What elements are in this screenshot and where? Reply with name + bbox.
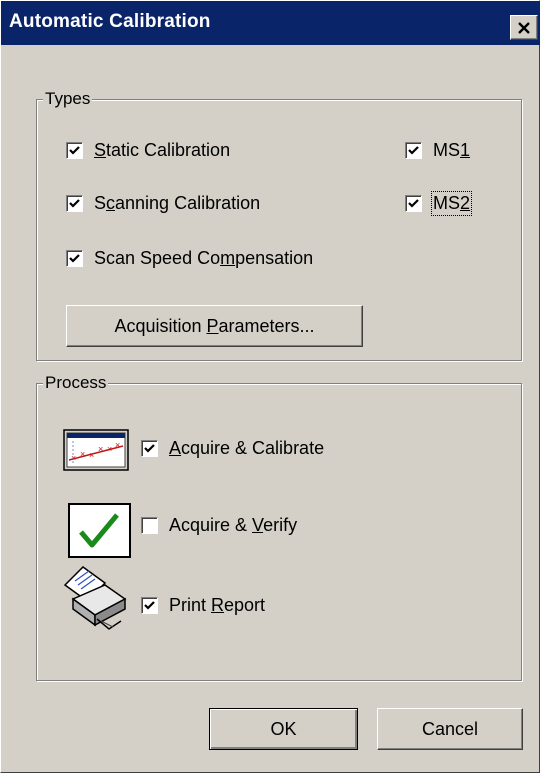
svg-text:×: × bbox=[80, 449, 85, 459]
scanning-calibration-checkbox[interactable]: Scanning Calibration bbox=[66, 193, 260, 214]
ms2-checkbox[interactable]: MS2 bbox=[405, 191, 473, 216]
automatic-calibration-dialog: Automatic Calibration Types Static Calib… bbox=[0, 0, 540, 773]
svg-text:×: × bbox=[115, 440, 120, 450]
acquire-calibrate-checkbox[interactable]: Acquire & Calibrate bbox=[141, 438, 324, 459]
window-title: Automatic Calibration bbox=[9, 11, 211, 32]
title-bar[interactable]: Automatic Calibration bbox=[1, 1, 540, 45]
close-button[interactable] bbox=[510, 15, 538, 40]
checkbox-box bbox=[66, 250, 83, 267]
types-group-label: Types bbox=[43, 88, 93, 110]
process-group: Process × × × × × × Acquire & Calibrate bbox=[36, 372, 522, 681]
svg-text:×: × bbox=[98, 444, 103, 454]
checkmark-icon bbox=[69, 146, 80, 155]
ok-label: OK bbox=[270, 718, 297, 739]
checkmark-icon bbox=[408, 199, 419, 208]
checkmark-icon bbox=[69, 254, 80, 263]
print-report-label: Print Report bbox=[169, 595, 266, 615]
checkbox-box bbox=[405, 142, 422, 159]
scan-speed-compensation-label: Scan Speed Compensation bbox=[94, 248, 314, 268]
acquisition-parameters-button[interactable]: Acquisition Parameters... bbox=[66, 305, 363, 347]
acquire-calibrate-label: Acquire & Calibrate bbox=[169, 438, 325, 458]
scan-speed-compensation-checkbox[interactable]: Scan Speed Compensation bbox=[66, 248, 313, 269]
svg-text:×: × bbox=[107, 444, 112, 454]
checkmark-icon bbox=[69, 199, 80, 208]
svg-text:×: × bbox=[71, 453, 76, 463]
checkmark-icon bbox=[144, 444, 155, 453]
close-icon bbox=[518, 21, 530, 34]
ms1-label: MS1 bbox=[433, 140, 471, 160]
checkbox-box bbox=[66, 195, 83, 212]
cancel-button[interactable]: Cancel bbox=[377, 708, 523, 750]
checkbox-box bbox=[141, 597, 158, 614]
ok-button[interactable]: OK bbox=[209, 708, 358, 750]
types-group: Types Static Calibration Scanning Calibr… bbox=[36, 88, 522, 361]
svg-text:×: × bbox=[89, 450, 94, 460]
checkbox-box bbox=[141, 440, 158, 457]
checkmark-icon bbox=[408, 146, 419, 155]
acquire-verify-checkbox[interactable]: Acquire & Verify bbox=[141, 515, 297, 536]
static-calibration-label: Static Calibration bbox=[94, 140, 231, 160]
green-checkmark-icon bbox=[68, 503, 131, 558]
static-calibration-checkbox[interactable]: Static Calibration bbox=[66, 140, 230, 161]
acquisition-parameters-label: Acquisition Parameters... bbox=[114, 315, 315, 336]
acquire-verify-label: Acquire & Verify bbox=[169, 515, 298, 535]
process-group-label: Process bbox=[43, 372, 109, 394]
checkbox-box bbox=[66, 142, 83, 159]
ms1-checkbox[interactable]: MS1 bbox=[405, 140, 470, 161]
ms2-label: MS2 bbox=[430, 191, 473, 216]
print-report-checkbox[interactable]: Print Report bbox=[141, 595, 265, 616]
checkbox-box bbox=[141, 517, 158, 534]
checkmark-icon bbox=[144, 601, 155, 610]
checkbox-box bbox=[405, 195, 422, 212]
cancel-label: Cancel bbox=[421, 718, 479, 739]
printer-icon bbox=[63, 566, 127, 630]
calibration-chart-icon: × × × × × × bbox=[63, 429, 129, 471]
scanning-calibration-label: Scanning Calibration bbox=[94, 193, 261, 213]
